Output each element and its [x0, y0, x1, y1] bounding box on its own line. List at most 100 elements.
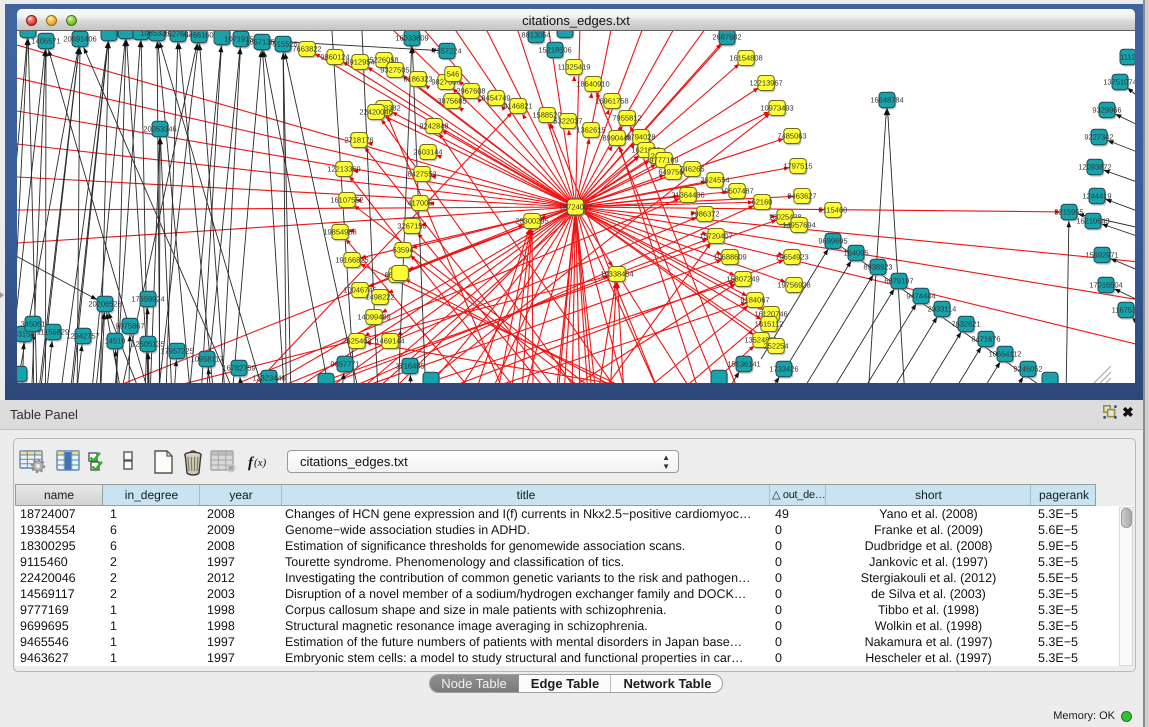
svg-text:14519: 14519 — [105, 337, 126, 346]
svg-text:2603144: 2603144 — [413, 148, 442, 157]
svg-text:19338454: 19338454 — [600, 270, 633, 279]
svg-text:8186323: 8186323 — [403, 75, 432, 84]
svg-text:9245052: 9245052 — [1013, 365, 1042, 374]
svg-text:9115460: 9115460 — [819, 206, 848, 215]
svg-text:19166825: 19166825 — [335, 256, 368, 265]
svg-text:15692971: 15692971 — [1085, 251, 1118, 260]
svg-text:53594: 53594 — [393, 246, 414, 255]
svg-text:3875685: 3875685 — [437, 97, 466, 106]
svg-text:17957225: 17957225 — [160, 347, 193, 356]
svg-text:20691406: 20691406 — [63, 35, 96, 44]
svg-text:7632621: 7632621 — [951, 320, 980, 329]
svg-text:3624554: 3624554 — [700, 176, 729, 185]
svg-text:16033809: 16033809 — [395, 34, 428, 43]
svg-text:9184067: 9184067 — [740, 296, 769, 305]
svg-text:16782759: 16782759 — [222, 364, 255, 373]
svg-text:62160: 62160 — [752, 198, 773, 207]
svg-text:14957694: 14957694 — [782, 221, 815, 230]
svg-text:13751074: 13751074 — [1103, 78, 1135, 87]
svg-text:3716485: 3716485 — [395, 362, 424, 371]
svg-text:5322037: 5322037 — [553, 117, 582, 126]
svg-text:9329966: 9329966 — [1092, 106, 1121, 115]
svg-text:9777169: 9777169 — [649, 156, 678, 165]
svg-text:(x): (x) — [254, 457, 267, 469]
svg-text:2933114: 2933114 — [928, 305, 957, 314]
svg-text:25300295: 25300295 — [515, 217, 548, 226]
svg-text:12323446: 12323446 — [252, 374, 285, 383]
svg-text:9699695: 9699695 — [818, 237, 847, 246]
svg-text:19854988: 19854988 — [323, 228, 356, 237]
svg-text:6794028: 6794028 — [626, 133, 655, 142]
svg-text:1469144: 1469144 — [375, 337, 404, 346]
svg-text:22420046: 22420046 — [359, 108, 392, 117]
svg-text:9327505: 9327505 — [380, 66, 409, 75]
svg-text:9146821: 9146821 — [503, 102, 532, 111]
svg-text:15720407: 15720407 — [699, 232, 732, 241]
svg-text:18640910: 18640910 — [576, 80, 609, 89]
svg-text:16107552: 16107552 — [330, 196, 363, 205]
svg-text:16210643: 16210643 — [1076, 217, 1109, 226]
svg-text:1112: 1112 — [1120, 53, 1135, 62]
svg-text:19756928: 19756928 — [777, 281, 810, 290]
svg-text:8471676: 8471676 — [971, 335, 1000, 344]
svg-text:19654923: 19654923 — [775, 253, 808, 262]
svg-text:12093872: 12093872 — [1078, 163, 1111, 172]
svg-text:1405571: 1405571 — [31, 37, 60, 46]
svg-text:1615112: 1615112 — [755, 320, 784, 329]
svg-text:1797515: 1797515 — [783, 162, 812, 171]
svg-text:11156829: 11156829 — [37, 328, 69, 337]
svg-text:10654112: 10654112 — [989, 350, 1022, 359]
svg-text:12213967: 12213967 — [749, 79, 782, 88]
svg-text:17016504: 17016504 — [1089, 281, 1122, 290]
svg-text:9474444: 9474444 — [906, 292, 935, 301]
svg-text:1244419: 1244419 — [1082, 192, 1111, 201]
svg-text:15807249: 15807249 — [726, 275, 759, 284]
svg-text:10973493: 10973493 — [760, 104, 793, 113]
svg-text:9657771: 9657771 — [330, 360, 359, 369]
svg-text:3215955: 3215955 — [1054, 208, 1083, 217]
svg-text:16154808: 16154808 — [729, 54, 762, 63]
svg-text:7986372: 7986372 — [690, 210, 719, 219]
svg-text:546: 546 — [447, 70, 460, 79]
svg-text:10958117: 10958117 — [191, 355, 224, 364]
svg-text:10507487: 10507487 — [720, 187, 753, 196]
svg-text:6879197: 6879197 — [884, 277, 913, 286]
svg-text:2718176: 2718176 — [344, 136, 373, 145]
svg-text:16961758: 16961758 — [595, 97, 628, 106]
svg-text:164095: 164095 — [843, 249, 868, 258]
svg-text:10688609: 10688609 — [713, 253, 746, 262]
svg-text:8938923: 8938923 — [863, 263, 892, 272]
svg-text:3267150: 3267150 — [397, 222, 426, 231]
svg-text:9975867: 9975867 — [115, 322, 144, 331]
svg-text:417006: 417006 — [407, 199, 432, 208]
svg-text:12213369: 12213369 — [327, 165, 360, 174]
svg-text:7485063: 7485063 — [777, 132, 806, 141]
svg-text:746266: 746266 — [679, 165, 704, 174]
svg-text:12942757: 12942757 — [66, 332, 99, 341]
svg-text:20206526: 20206526 — [88, 300, 121, 309]
svg-text:252254: 252254 — [763, 342, 788, 351]
svg-text:8427552: 8427552 — [407, 170, 436, 179]
svg-text:1498222: 1498222 — [365, 293, 394, 302]
svg-text:15218506: 15218506 — [538, 46, 571, 55]
svg-text:17359924: 17359924 — [131, 295, 164, 304]
svg-text:1362615: 1362615 — [576, 126, 605, 135]
svg-text:14099489: 14099489 — [357, 313, 390, 322]
svg-text:20053346: 20053346 — [143, 125, 176, 134]
svg-text:18724007: 18724007 — [559, 203, 592, 212]
svg-text:2687682: 2687682 — [712, 33, 741, 42]
svg-text:7625402: 7625402 — [342, 337, 371, 346]
svg-text:8813054: 8813054 — [521, 31, 550, 40]
svg-text:1733426: 1733426 — [769, 365, 798, 374]
svg-text:9463627: 9463627 — [787, 192, 816, 201]
svg-text:16648784: 16648784 — [870, 96, 903, 105]
svg-text:1167535: 1167535 — [1112, 306, 1135, 315]
svg-text:7357224: 7357224 — [432, 47, 461, 56]
svg-text:9242848: 9242848 — [419, 122, 448, 131]
svg-text:6466160: 6466160 — [184, 31, 213, 40]
svg-text:9227342: 9227342 — [1084, 133, 1113, 142]
svg-text:21364436: 21364436 — [671, 191, 704, 200]
svg-text:7515526: 7515526 — [268, 40, 297, 49]
svg-text:15136141: 15136141 — [727, 360, 760, 369]
svg-text:7955812: 7955812 — [612, 114, 641, 123]
